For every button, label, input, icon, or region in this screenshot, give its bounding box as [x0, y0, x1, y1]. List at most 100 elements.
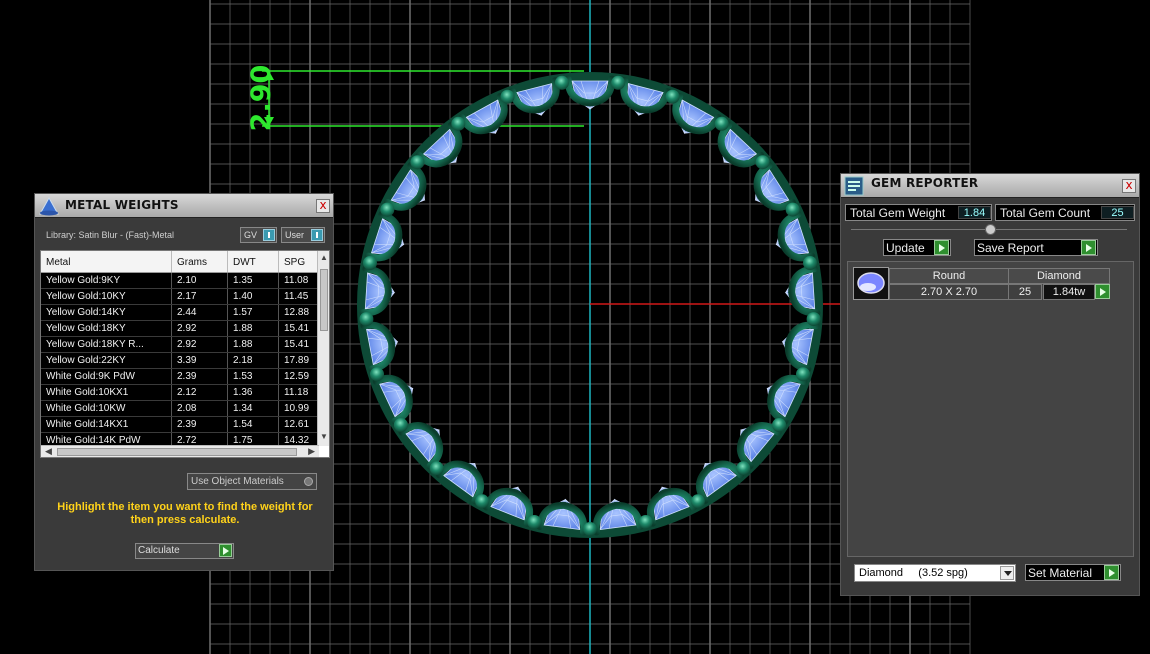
gem	[717, 121, 765, 168]
metal-weights-title: METAL WEIGHTS	[65, 198, 179, 212]
metal-spg: 11.18	[279, 385, 319, 400]
metal-dwt: 1.36	[228, 385, 279, 400]
gv-toggle[interactable]: GV	[240, 227, 277, 243]
prong	[359, 312, 374, 327]
metal-dwt: 1.40	[228, 289, 279, 304]
play-icon[interactable]	[1104, 565, 1119, 580]
metal-table-hscroll[interactable]: ◀ ▶	[41, 445, 319, 457]
table-row[interactable]: White Gold:10KW 2.08 1.34 10.99	[41, 401, 319, 417]
scale-icon	[39, 196, 59, 216]
metal-spg: 12.61	[279, 417, 319, 432]
metal-dwt: 1.88	[228, 337, 279, 352]
play-icon[interactable]	[934, 240, 949, 255]
gem	[784, 265, 821, 317]
gem-reporter-titlebar[interactable]: GEM REPORTER x	[841, 174, 1139, 198]
use-object-materials-toggle[interactable]: Use Object Materials	[187, 473, 317, 490]
table-row[interactable]: White Gold:14KX1 2.39 1.54 12.61	[41, 417, 319, 433]
prong	[429, 461, 444, 476]
report-icon	[844, 176, 864, 196]
column-spg[interactable]: SPG	[279, 251, 319, 272]
total-gem-weight-value: 1.84	[958, 206, 991, 219]
table-row[interactable]: Yellow Gold:18KY 2.92 1.88 15.41	[41, 321, 319, 337]
play-icon[interactable]	[1081, 240, 1096, 255]
scroll-down-icon[interactable]: ▼	[318, 432, 330, 444]
hscroll-thumb[interactable]	[57, 448, 297, 456]
close-icon[interactable]: x	[316, 199, 330, 213]
metal-spg: 12.59	[279, 369, 319, 384]
metal-grams: 2.92	[172, 337, 228, 352]
total-gem-count-value: 25	[1101, 206, 1134, 219]
round-gem-icon	[857, 272, 885, 294]
gem-list[interactable]: Round Diamond 2.70 X 2.70 25 1.84tw	[847, 261, 1134, 557]
metal-dwt: 1.54	[228, 417, 279, 432]
metal-dwt: 1.88	[228, 321, 279, 336]
chevron-down-icon[interactable]	[1000, 566, 1014, 580]
collapse-knob-icon[interactable]	[985, 224, 996, 235]
scroll-left-icon[interactable]: ◀	[45, 446, 52, 457]
total-gem-weight: Total Gem Weight 1.84	[845, 204, 992, 221]
prong	[393, 418, 408, 432]
save-report-label: Save Report	[977, 241, 1044, 255]
set-material-label: Set Material	[1028, 566, 1093, 580]
prong	[363, 256, 377, 270]
user-toggle-label: User	[285, 230, 305, 240]
prong	[380, 202, 395, 217]
column-metal[interactable]: Metal	[41, 251, 172, 272]
prong	[785, 202, 800, 217]
vscroll-thumb[interactable]	[320, 269, 328, 331]
scroll-up-icon[interactable]: ▲	[318, 253, 330, 265]
total-gem-count: Total Gem Count 25	[995, 204, 1135, 221]
table-row[interactable]: Yellow Gold:10KY 2.17 1.40 11.45	[41, 289, 319, 305]
metal-grams: 2.12	[172, 385, 228, 400]
metal-spg: 12.88	[279, 305, 319, 320]
gem-detail-play-icon[interactable]	[1095, 284, 1110, 299]
prong	[410, 155, 425, 170]
metal-name: White Gold:10KX1	[41, 385, 172, 400]
prong	[755, 155, 770, 170]
set-material-button[interactable]: Set Material	[1025, 564, 1121, 581]
metal-name: Yellow Gold:18KY R...	[41, 337, 172, 352]
user-toggle[interactable]: User	[281, 227, 325, 243]
material-select[interactable]: Diamond (3.52 spg)	[854, 564, 1016, 582]
gem-shape: Round	[889, 268, 1009, 284]
radio-icon[interactable]	[304, 477, 313, 486]
scroll-right-icon[interactable]: ▶	[308, 446, 315, 457]
gem-thumbnail[interactable]	[853, 267, 889, 300]
table-row[interactable]: White Gold:9K PdW 2.39 1.53 12.59	[41, 369, 319, 385]
metal-grams: 2.39	[172, 417, 228, 432]
metal-weights-titlebar[interactable]: METAL WEIGHTS x	[35, 194, 333, 218]
metal-table[interactable]: Metal Grams DWT SPG Yellow Gold:9KY 2.10 1…	[40, 250, 330, 458]
table-row[interactable]: Yellow Gold:9KY 2.10 1.35 11.08	[41, 273, 319, 289]
gem-material: Diamond	[1008, 268, 1110, 284]
gv-info-icon[interactable]	[263, 229, 275, 241]
table-row[interactable]: White Gold:10KX1 2.12 1.36 11.18	[41, 385, 319, 401]
gem-reporter-panel: GEM REPORTER x Total Gem Weight 1.84 Tot…	[840, 173, 1140, 596]
user-info-icon[interactable]	[311, 229, 323, 241]
column-grams[interactable]: Grams	[172, 251, 228, 272]
metal-dwt: 1.34	[228, 401, 279, 416]
metal-name: Yellow Gold:14KY	[41, 305, 172, 320]
prong	[638, 515, 653, 529]
metal-spg: 17.89	[279, 353, 319, 368]
gem-reporter-title: GEM REPORTER	[871, 176, 979, 190]
metal-grams: 3.39	[172, 353, 228, 368]
prong	[690, 494, 705, 509]
metal-table-vscroll[interactable]: ▲ ▼	[317, 251, 329, 446]
table-row[interactable]: Yellow Gold:22KY 3.39 2.18 17.89	[41, 353, 319, 369]
metal-name: Yellow Gold:9KY	[41, 273, 172, 288]
table-row[interactable]: Yellow Gold:18KY R... 2.92 1.88 15.41	[41, 337, 319, 353]
prong	[806, 312, 821, 327]
calculate-button[interactable]: Calculate	[135, 543, 234, 559]
update-button[interactable]: Update	[883, 239, 951, 256]
total-gem-weight-label: Total Gem Weight	[846, 205, 946, 220]
save-report-button[interactable]: Save Report	[974, 239, 1098, 256]
gem-weight: 1.84tw	[1043, 284, 1095, 300]
prong	[370, 367, 384, 382]
play-icon[interactable]	[219, 544, 232, 557]
metal-spg: 11.45	[279, 289, 319, 304]
material-select-value: Diamond (3.52 spg)	[859, 567, 968, 579]
column-dwt[interactable]: DWT	[228, 251, 279, 272]
prong	[736, 461, 751, 476]
table-row[interactable]: Yellow Gold:14KY 2.44 1.57 12.88	[41, 305, 319, 321]
close-icon[interactable]: x	[1122, 179, 1136, 193]
